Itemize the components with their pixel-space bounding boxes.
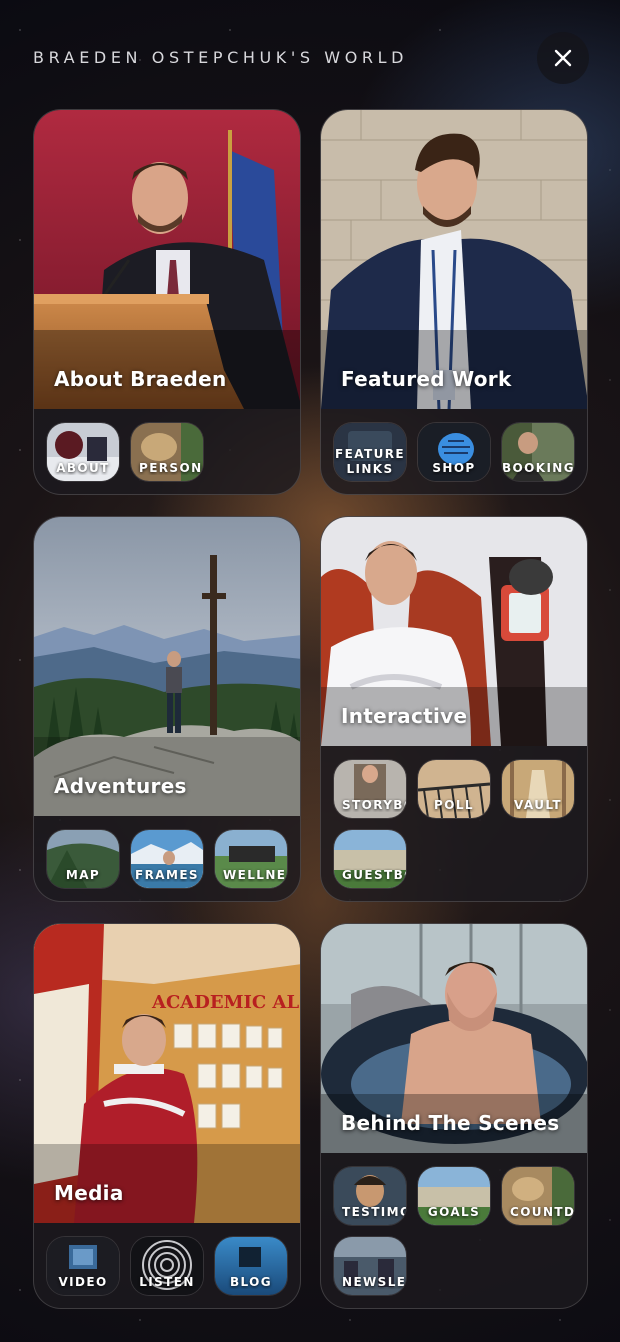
card-featured-work[interactable]: Featured Work FEATURE LINKS SHOP BOOKING	[320, 109, 588, 495]
card-photo: Behind The Scenes	[321, 924, 587, 1153]
item-label: VAULT	[514, 798, 562, 812]
item-label: STORYBO	[342, 798, 406, 812]
card-title: Featured Work	[341, 367, 512, 391]
card-photo: ACADEMIC ALL-AM Media	[34, 924, 300, 1223]
item-shop[interactable]: SHOP	[418, 423, 490, 481]
item-label: LISTEN	[139, 1275, 195, 1289]
item-countdown[interactable]: COUNTDO	[502, 1167, 574, 1225]
card-items: STORYBO POLL VAULT GUESTBO	[321, 746, 587, 888]
item-label: SHOP	[432, 461, 476, 475]
item-wellness[interactable]: WELLNES	[215, 830, 287, 888]
item-booking[interactable]: BOOKING	[502, 423, 574, 481]
item-label: MAP	[65, 868, 101, 882]
card-photo: Adventures	[34, 517, 300, 816]
item-testimonials[interactable]: TESTIMO	[334, 1167, 406, 1225]
item-label: TESTIMO	[342, 1205, 406, 1219]
item-personal[interactable]: PERSONA	[131, 423, 203, 481]
item-frames[interactable]: FRAMES	[131, 830, 203, 888]
card-behind-the-scenes[interactable]: Behind The Scenes TESTIMO GOALS COUNTDO …	[320, 923, 588, 1309]
item-goals[interactable]: GOALS	[418, 1167, 490, 1225]
item-blog[interactable]: BLOG	[215, 1237, 287, 1295]
card-items: ABOUT PERSONA	[34, 409, 300, 481]
card-photo: About Braeden	[34, 110, 300, 409]
card-title: Interactive	[341, 704, 468, 728]
card-photo: Featured Work	[321, 110, 587, 409]
item-about[interactable]: ABOUT	[47, 423, 119, 481]
card-items: MAP FRAMES WELLNES	[34, 816, 300, 888]
item-label: PERSONA	[139, 461, 203, 475]
item-map[interactable]: MAP	[47, 830, 119, 888]
card-title: About Braeden	[54, 367, 227, 391]
page-title: BRAEDEN OSTEPCHUK'S WORLD	[33, 48, 409, 67]
item-label: POLL	[434, 798, 474, 812]
item-label: COUNTDO	[510, 1205, 574, 1219]
card-about-braeden[interactable]: About Braeden ABOUT PERSONA	[33, 109, 301, 495]
item-label: NEWSLE	[342, 1275, 406, 1289]
item-storyboard[interactable]: STORYBO	[334, 760, 406, 818]
card-title: Behind The Scenes	[341, 1111, 560, 1135]
item-label: BLOG	[229, 1275, 273, 1289]
item-vault[interactable]: VAULT	[502, 760, 574, 818]
card-media[interactable]: ACADEMIC ALL-AM Media VIDEO LISTEN BLO	[33, 923, 301, 1309]
item-label: GOALS	[427, 1205, 481, 1219]
card-title: Adventures	[54, 774, 187, 798]
card-interactive[interactable]: Interactive STORYBO POLL VAULT GUESTBO	[320, 516, 588, 902]
item-label: FEATURE LINKS	[335, 447, 405, 476]
item-label: GUESTBO	[342, 868, 406, 882]
card-items: VIDEO LISTEN BLOG	[34, 1223, 300, 1295]
item-label: VIDEO	[58, 1275, 108, 1289]
card-items: TESTIMO GOALS COUNTDO NEWSLE	[321, 1153, 587, 1295]
card-title: Media	[54, 1181, 124, 1205]
item-newsletter[interactable]: NEWSLE	[334, 1237, 406, 1295]
item-label: WELLNES	[223, 868, 287, 882]
item-feature-links[interactable]: FEATURE LINKS	[334, 423, 406, 481]
item-poll[interactable]: POLL	[418, 760, 490, 818]
item-label: FRAMES	[135, 868, 199, 882]
close-icon	[554, 49, 572, 67]
item-guestbook[interactable]: GUESTBO	[334, 830, 406, 888]
item-listen[interactable]: LISTEN	[131, 1237, 203, 1295]
card-photo: Interactive	[321, 517, 587, 746]
card-items: FEATURE LINKS SHOP BOOKING	[321, 409, 587, 481]
card-adventures[interactable]: Adventures MAP FRAMES WELLNES	[33, 516, 301, 902]
close-button[interactable]	[537, 32, 589, 84]
svg-text:ACADEMIC ALL-AM: ACADEMIC ALL-AM	[151, 992, 300, 1013]
item-label: ABOUT	[56, 461, 110, 475]
item-video[interactable]: VIDEO	[47, 1237, 119, 1295]
item-label: BOOKING	[502, 461, 574, 475]
